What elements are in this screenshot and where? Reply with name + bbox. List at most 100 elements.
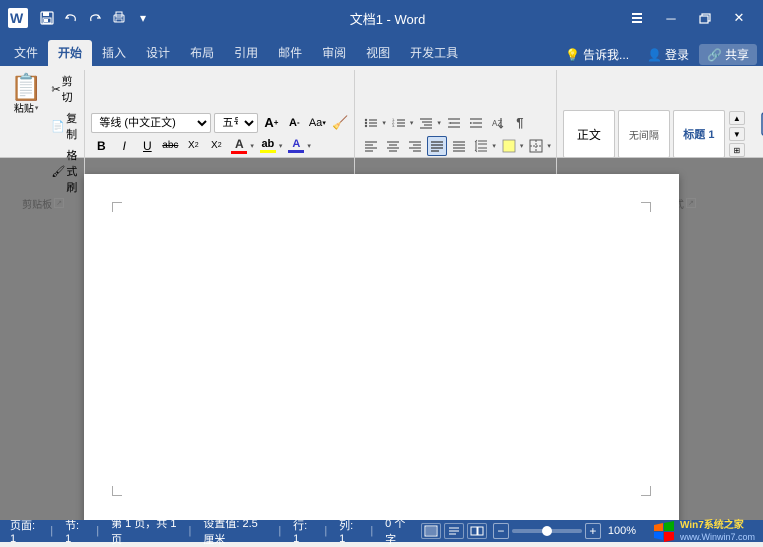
superscript-button[interactable]: X2 <box>206 136 226 156</box>
sign-in-button[interactable]: 👤 登录 <box>639 43 697 66</box>
save-button[interactable] <box>36 7 58 29</box>
multilevel-button[interactable] <box>416 113 436 133</box>
zoom-level[interactable]: 100% <box>606 525 638 537</box>
numbering-dropdown[interactable]: ▾ <box>409 119 415 127</box>
tab-file[interactable]: 文件 <box>4 40 48 66</box>
line-spacing-button[interactable] <box>471 136 491 156</box>
outline-view-button[interactable] <box>467 523 487 539</box>
paste-button[interactable]: 📋 粘贴 ▾ <box>6 72 46 196</box>
styles-scroll-down[interactable]: ▼ <box>729 127 745 141</box>
svg-text:3.: 3. <box>392 123 395 128</box>
justify-button[interactable] <box>427 136 447 156</box>
tab-view[interactable]: 视图 <box>356 40 400 66</box>
title-bar: W <box>0 0 763 36</box>
web-view-button[interactable] <box>444 523 464 539</box>
tab-layout[interactable]: 布局 <box>180 40 224 66</box>
lightbulb-icon: 💡 <box>565 48 580 62</box>
paste-dropdown-arrow[interactable]: ▾ <box>35 104 39 112</box>
bullets-button[interactable] <box>361 113 381 133</box>
zoom-in-button[interactable]: + <box>585 523 601 539</box>
font-size-selector[interactable]: 五号 <box>214 113 258 133</box>
multilevel-dropdown[interactable]: ▾ <box>436 119 442 127</box>
clear-format-button[interactable]: 🧹 <box>330 113 350 133</box>
text-highlight-dropdown[interactable]: ▾ <box>306 142 312 150</box>
bullets-dropdown[interactable]: ▾ <box>381 119 387 127</box>
status-right-area: − + 100% Win7系统之家 www.Winwin7.com <box>421 520 755 543</box>
zoom-thumb[interactable] <box>542 526 552 536</box>
change-case-button[interactable]: Aa▾ <box>307 113 327 133</box>
customize-qat-button[interactable]: ▾ <box>132 7 154 29</box>
copy-icon: 📄 <box>51 120 65 133</box>
sort-button[interactable]: AZ <box>488 113 508 133</box>
shading-dropdown[interactable]: ▾ <box>519 142 525 150</box>
status-section[interactable]: 节: 1 <box>63 517 86 545</box>
styles-expand-icon[interactable]: ↗ <box>686 198 696 208</box>
tab-references[interactable]: 引用 <box>224 40 268 66</box>
italic-button[interactable]: I <box>114 136 134 156</box>
style-heading1[interactable]: 标题 1 <box>673 110 725 158</box>
print-preview-button[interactable] <box>108 7 130 29</box>
document-page[interactable] <box>84 174 679 520</box>
margin-corner-br <box>641 486 651 496</box>
tab-design[interactable]: 设计 <box>136 40 180 66</box>
shading-button[interactable] <box>499 136 519 156</box>
format-painter-button[interactable]: 🖌 格式刷 <box>48 146 80 196</box>
font-color-button[interactable]: A <box>229 136 249 156</box>
copy-button[interactable]: 📄 复制 <box>48 109 80 143</box>
borders-dropdown[interactable]: ▾ <box>546 142 552 150</box>
clipboard-expand-button[interactable]: ↗ <box>54 198 64 208</box>
borders-button[interactable] <box>526 136 546 156</box>
numbering-button[interactable]: 1. 2. 3. <box>389 113 409 133</box>
print-layout-view-button[interactable] <box>421 523 441 539</box>
font-name-selector[interactable]: 等线 (中文正文) <box>91 113 211 133</box>
tab-developer[interactable]: 开发工具 <box>400 40 468 66</box>
text-highlight-button[interactable]: A <box>286 136 306 156</box>
zoom-slider[interactable] <box>512 529 582 533</box>
increase-indent-button[interactable] <box>466 113 486 133</box>
style-no-spacing[interactable]: 无间隔 <box>618 110 670 158</box>
line-spacing-dropdown[interactable]: ▾ <box>491 142 497 150</box>
redo-button[interactable] <box>84 7 106 29</box>
bold-button[interactable]: B <box>91 136 111 156</box>
margin-corner-tl <box>112 202 122 212</box>
share-button[interactable]: 🔗 共享 <box>699 44 757 65</box>
document-area[interactable] <box>0 158 763 520</box>
decrease-font-button[interactable]: A- <box>284 113 304 133</box>
tab-mailings[interactable]: 邮件 <box>268 40 312 66</box>
distributed-button[interactable] <box>449 136 469 156</box>
tell-me-button[interactable]: 💡 告诉我... <box>557 43 637 66</box>
status-line[interactable]: 行: 1 <box>291 517 314 545</box>
styles-pane-button[interactable]: A a ___ 样式 <box>749 106 763 162</box>
close-button[interactable]: ✕ <box>723 4 755 32</box>
undo-button[interactable] <box>60 7 82 29</box>
watermark-text: Win7系统之家 <box>680 520 755 532</box>
minimize-button[interactable]: ─ <box>655 4 687 32</box>
increase-font-button[interactable]: A+ <box>261 113 281 133</box>
tab-home[interactable]: 开始 <box>48 40 92 66</box>
styles-expand-button[interactable]: ⊞ <box>729 143 745 157</box>
decrease-indent-button[interactable] <box>444 113 464 133</box>
app-icon[interactable]: W <box>8 8 28 28</box>
status-page[interactable]: 页面: 1 <box>8 517 40 545</box>
styles-scroll-up[interactable]: ▲ <box>729 111 745 125</box>
highlight-button[interactable]: ab <box>258 136 278 156</box>
align-center-button[interactable] <box>383 136 403 156</box>
underline-button[interactable]: U <box>137 136 157 156</box>
win7-logo-area: Win7系统之家 www.Winwin7.com <box>652 520 755 543</box>
status-column[interactable]: 列: 1 <box>337 517 360 545</box>
subscript-button[interactable]: X2 <box>183 136 203 156</box>
font-color-dropdown[interactable]: ▾ <box>249 142 255 150</box>
cut-button[interactable]: ✂ 剪切 <box>48 72 80 106</box>
align-left-button[interactable] <box>361 136 381 156</box>
show-hide-button[interactable]: ¶ <box>510 113 530 133</box>
strikethrough-button[interactable]: abc <box>160 136 180 156</box>
ribbon-display-button[interactable] <box>621 4 653 32</box>
align-right-button[interactable] <box>405 136 425 156</box>
style-normal[interactable]: 正文 <box>563 110 615 158</box>
tab-review[interactable]: 审阅 <box>312 40 356 66</box>
highlight-dropdown[interactable]: ▾ <box>278 142 284 150</box>
margin-corner-bl <box>112 486 122 496</box>
zoom-out-button[interactable]: − <box>493 523 509 539</box>
restore-button[interactable] <box>689 4 721 32</box>
tab-insert[interactable]: 插入 <box>92 40 136 66</box>
